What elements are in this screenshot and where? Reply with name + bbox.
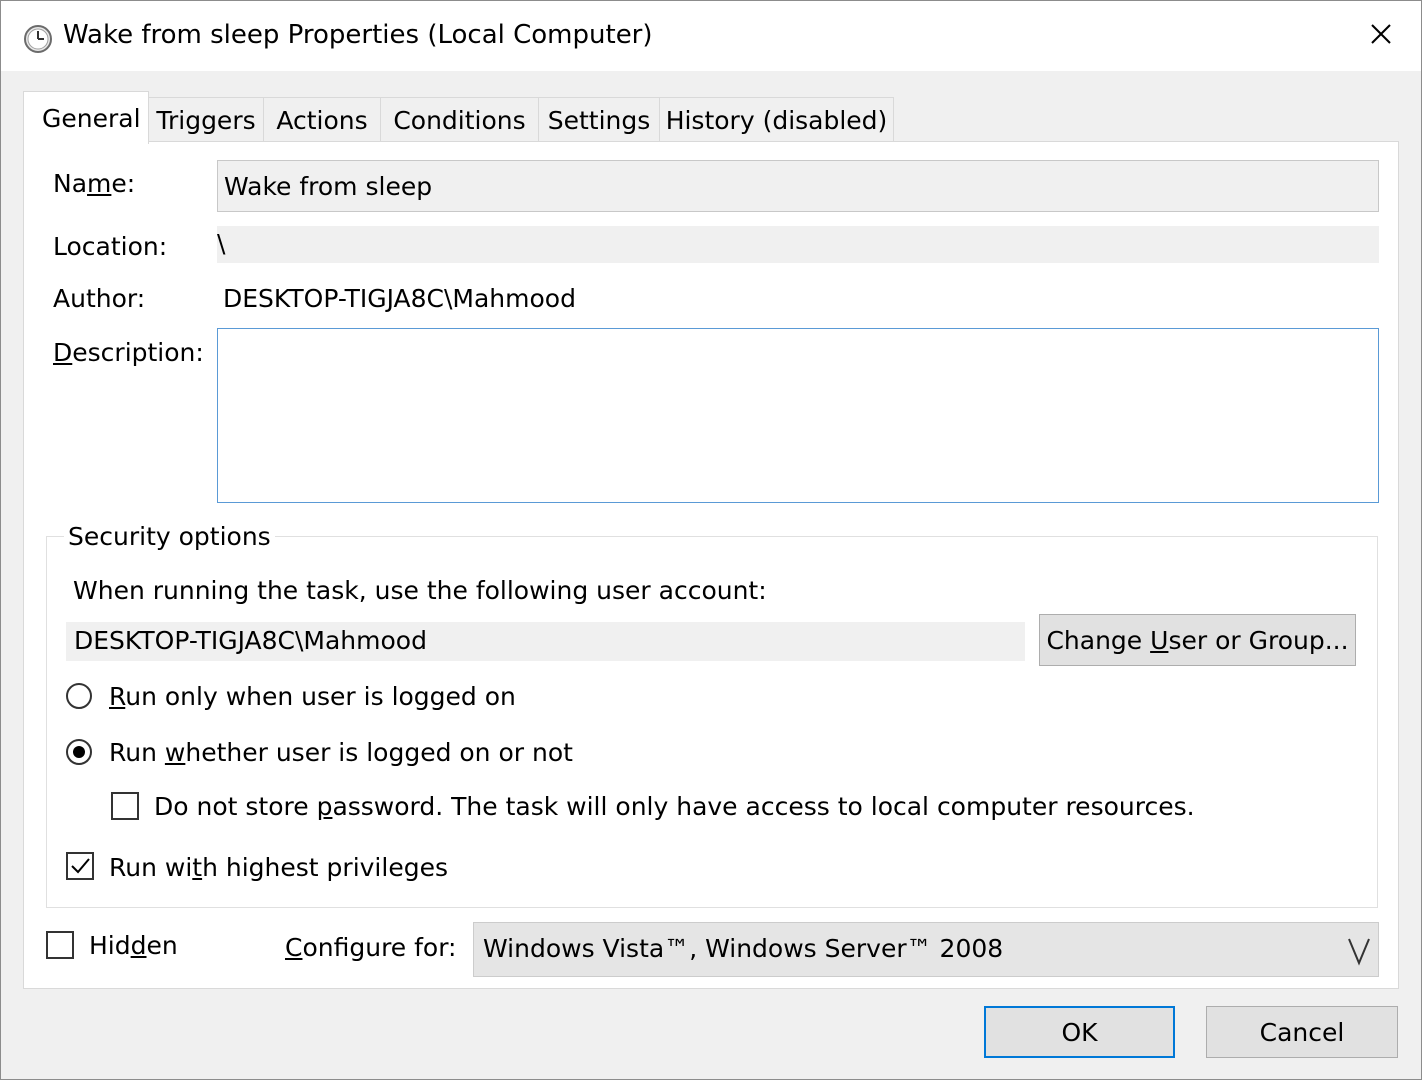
close-icon [1370, 22, 1392, 51]
tab-general[interactable]: General [23, 91, 149, 144]
description-label: Description: [53, 338, 204, 367]
ok-label: OK [1061, 1017, 1098, 1047]
highest-privileges-label[interactable]: Run with highest privileges [109, 853, 448, 882]
cancel-label: Cancel [1259, 1017, 1345, 1047]
user-account-field: DESKTOP-TIGJA8C\Mahmood [66, 622, 1025, 661]
tab-actions[interactable]: Actions [263, 97, 381, 143]
configure-for-value: Windows Vista™, Windows Server™ 2008 [483, 934, 1004, 963]
user-account-value: DESKTOP-TIGJA8C\Mahmood [74, 626, 427, 655]
chevron-down-icon [1347, 935, 1371, 973]
tab-triggers[interactable]: Triggers [148, 97, 264, 143]
location-value: \ [217, 229, 226, 258]
properties-dialog: Wake from sleep Properties (Local Comput… [0, 0, 1422, 1080]
tab-conditions[interactable]: Conditions [380, 97, 539, 143]
configure-for-dropdown[interactable]: Windows Vista™, Windows Server™ 2008 [473, 922, 1379, 977]
description-field[interactable] [217, 328, 1379, 503]
do-not-store-password-label[interactable]: Do not store password. The task will onl… [154, 792, 1195, 821]
change-user-button[interactable]: Change User or Group... [1039, 614, 1356, 666]
task-scheduler-clock-icon [23, 24, 53, 54]
hidden-label[interactable]: Hidden [89, 931, 178, 960]
do-not-store-password-checkbox[interactable] [111, 792, 139, 820]
change-user-label: Change User or Group... [1046, 625, 1349, 655]
name-field[interactable]: Wake from sleep [217, 160, 1379, 212]
configure-for-label: Configure for: [285, 933, 457, 962]
name-value: Wake from sleep [224, 171, 433, 201]
title-bar: Wake from sleep Properties (Local Comput… [1, 1, 1421, 71]
close-button[interactable] [1341, 1, 1421, 71]
cancel-button[interactable]: Cancel [1206, 1006, 1398, 1058]
tab-history[interactable]: History (disabled) [659, 97, 894, 143]
ok-button[interactable]: OK [984, 1006, 1175, 1058]
location-field: \ [217, 226, 1379, 263]
hidden-checkbox[interactable] [46, 931, 74, 959]
name-label: Name: [53, 169, 136, 198]
run-only-logged-on-radio[interactable] [66, 683, 92, 709]
tab-label: Settings [547, 106, 651, 135]
author-value: DESKTOP-TIGJA8C\Mahmood [223, 284, 576, 313]
run-whether-logged-on-radio[interactable] [66, 739, 92, 765]
run-whether-logged-on-label[interactable]: Run whether user is logged on or not [109, 738, 573, 767]
highest-privileges-checkbox[interactable] [66, 852, 94, 880]
tab-label: General [42, 103, 141, 133]
tab-label: Actions [276, 106, 368, 135]
tab-settings[interactable]: Settings [538, 97, 660, 143]
tab-label: History (disabled) [665, 106, 888, 135]
general-tab-panel: Name: Wake from sleep Location: \ Author… [23, 141, 1399, 989]
checkmark-icon [71, 858, 90, 874]
window-title: Wake from sleep Properties (Local Comput… [63, 20, 653, 50]
tab-label: Triggers [156, 106, 256, 135]
author-label: Author: [53, 284, 146, 313]
location-label: Location: [53, 232, 168, 261]
account-prompt: When running the task, use the following… [73, 576, 767, 605]
security-options-title: Security options [64, 522, 275, 551]
tab-label: Conditions [393, 106, 526, 135]
run-only-logged-on-label[interactable]: Run only when user is logged on [109, 682, 516, 711]
